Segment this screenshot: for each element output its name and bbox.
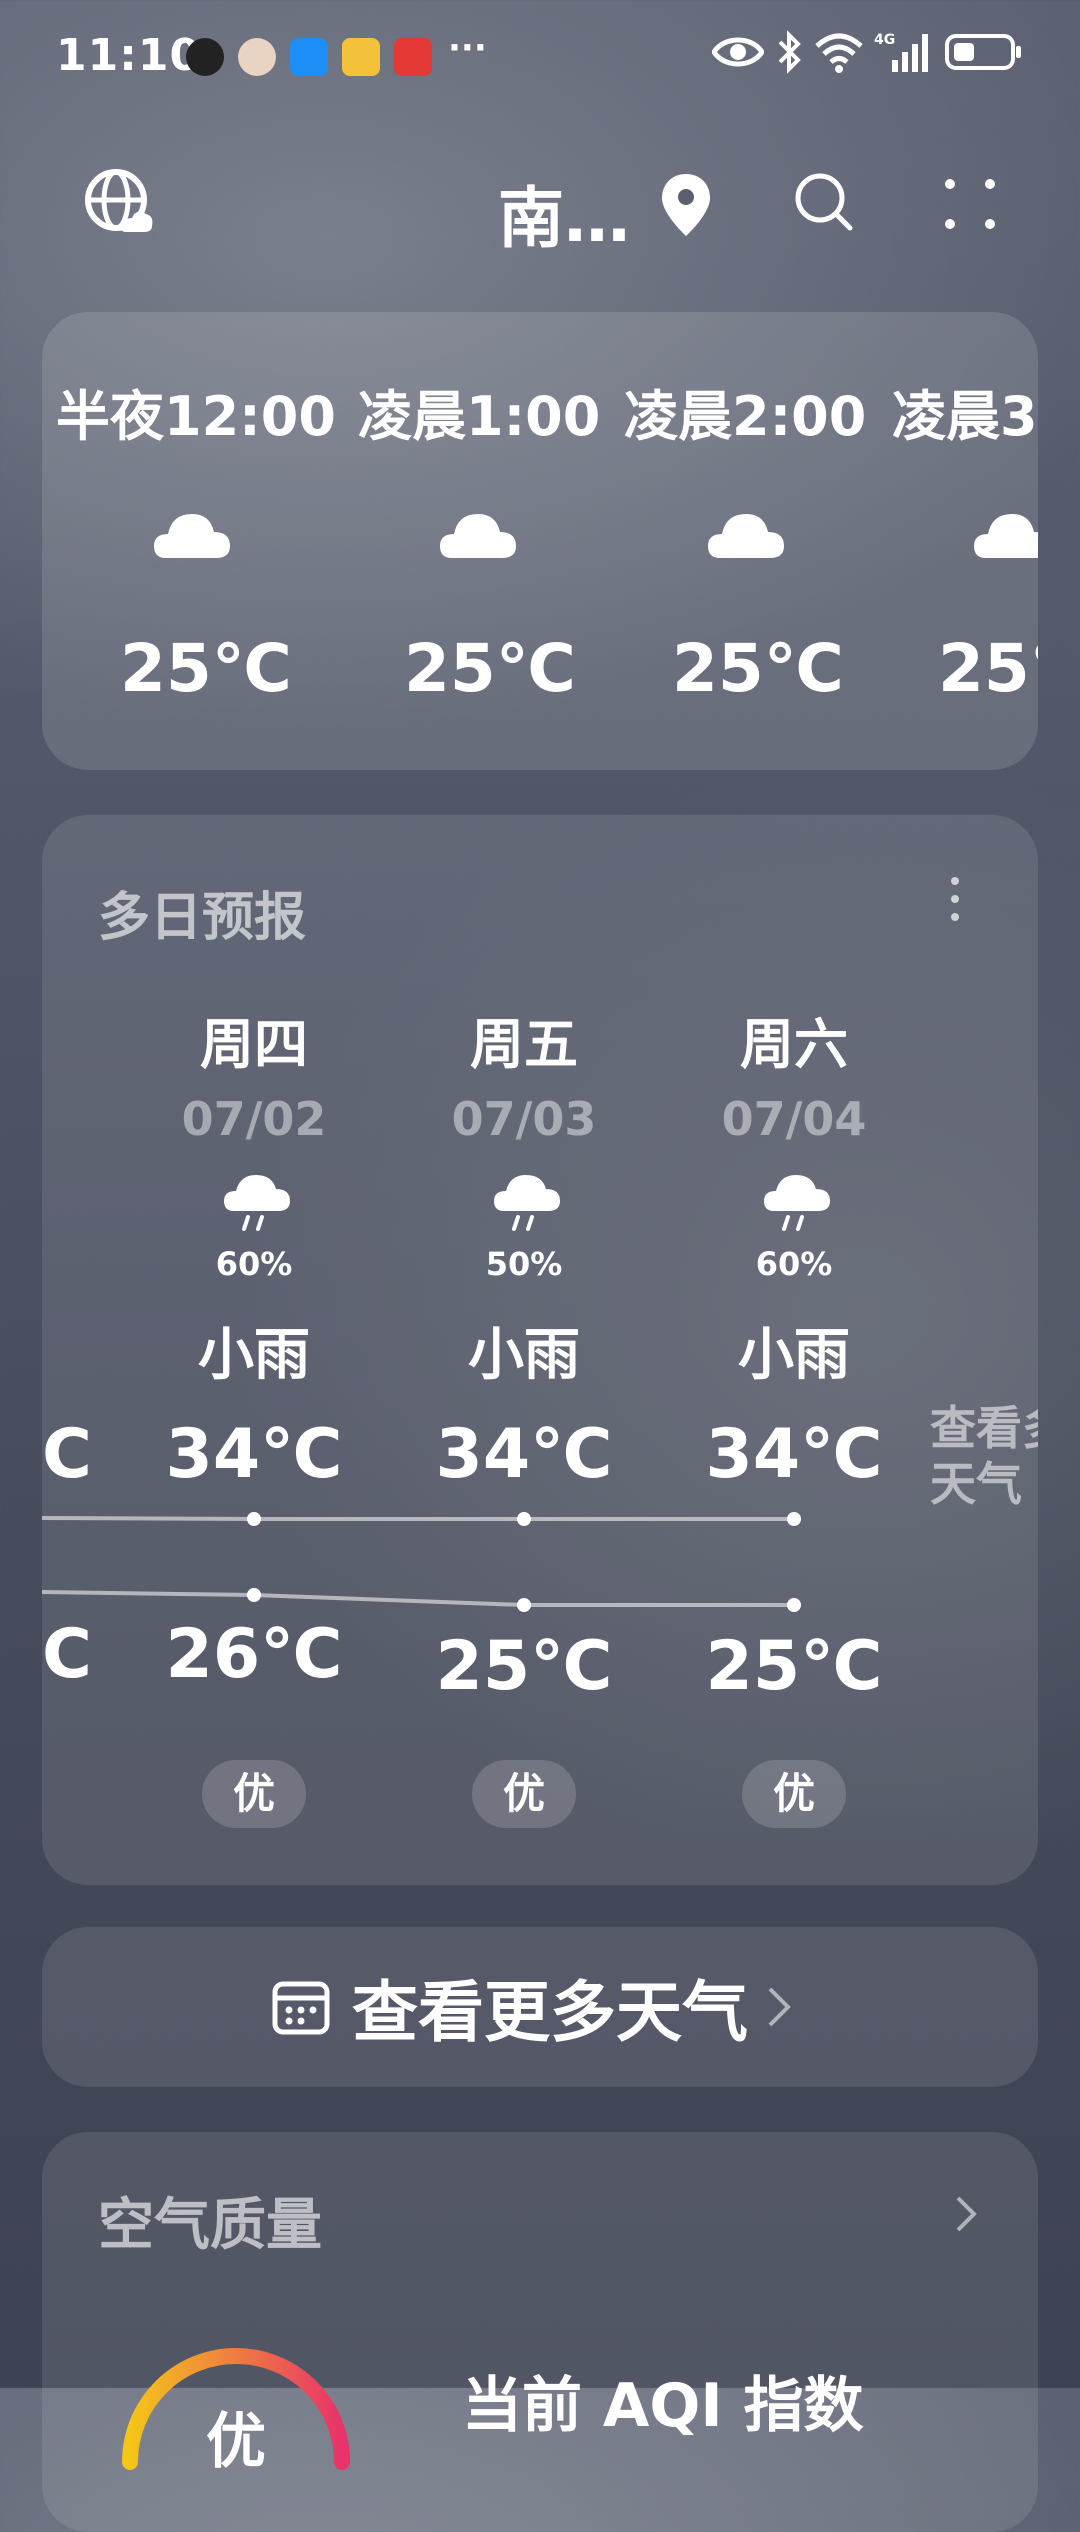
chevron-right-icon (768, 1987, 791, 2027)
precip-chance: 50% (485, 1245, 563, 1283)
day-date: 07/02 (181, 1092, 327, 1146)
day-name: 周五 (470, 1013, 578, 1076)
more-notifications-icon: ··· (448, 28, 487, 68)
aqi-gauge-label: 优 (206, 2407, 266, 2477)
cloud-icon (974, 514, 1038, 558)
day-name: 周六 (740, 1013, 848, 1076)
hour-time: 凌晨2:00 (624, 385, 867, 448)
location-pin-icon (662, 174, 710, 236)
notification-app-icon (342, 38, 380, 76)
precip-chance: 60% (755, 1245, 833, 1283)
city-name[interactable]: 南… (498, 165, 630, 261)
calendar-icon (272, 1981, 330, 2035)
view-more-weather-link[interactable]: 查看多 天气 (930, 1400, 1038, 1512)
hour-time: 半夜12:00 (56, 385, 336, 448)
hourly-forecast-card[interactable]: 半夜12:00 凌晨1:00 凌晨2:00 凌晨3 25℃ 25℃ 25℃ 25… (42, 312, 1038, 770)
weather-condition: 小雨 (198, 1323, 310, 1388)
light-rain-icon (764, 1175, 830, 1231)
weather-condition: 小雨 (738, 1323, 850, 1388)
view-more-line: 查看多 (930, 1401, 1038, 1455)
day-date: 07/03 (451, 1092, 597, 1146)
current-aqi-label: 当前 AQI 指数 (462, 2371, 864, 2441)
cloud-icon (440, 514, 516, 558)
view-more-weather-button[interactable]: 查看更多天气 (42, 1927, 1038, 2087)
view-more-weather-label: 查看更多天气 (352, 1974, 748, 2051)
search-icon[interactable] (792, 170, 856, 234)
weather-condition: 小雨 (468, 1323, 580, 1388)
wifi-icon (815, 33, 863, 73)
light-rain-icon (494, 1175, 560, 1231)
chevron-right-icon[interactable] (954, 2194, 978, 2234)
notification-avatar-icon (238, 38, 276, 76)
globe-weather-icon[interactable] (84, 168, 154, 238)
day-date: 07/04 (721, 1092, 867, 1146)
day-name: 周四 (200, 1013, 308, 1076)
hour-time: 凌晨1:00 (358, 385, 601, 448)
hour-temp: 25℃ (672, 630, 844, 707)
cellular-signal-icon: 4G (874, 32, 928, 72)
battery-icon (945, 34, 1021, 70)
status-time: 11:10 (56, 30, 202, 81)
multi-day-forecast-card[interactable]: 多日预报 C C 周四 07/02 60% 小雨 34℃ 26℃ 优 周五 07… (42, 815, 1038, 1885)
hour-time: 凌晨3 (892, 385, 1038, 448)
card-menu-icon[interactable] (948, 875, 962, 923)
cloud-icon (154, 514, 230, 558)
more-options-icon[interactable] (940, 174, 1000, 234)
status-bar: 11:10 ··· 4G (0, 0, 1080, 110)
notification-app-icon (186, 38, 224, 76)
bluetooth-icon (778, 30, 801, 74)
notification-app-icon (290, 38, 328, 76)
cloud-icon (708, 514, 784, 558)
temperature-trend-lines (42, 1512, 801, 1612)
light-rain-icon (224, 1175, 290, 1231)
hour-temp: 25℃ (120, 630, 292, 707)
air-quality-card[interactable]: 空气质量 优 当前 AQI 指数 (42, 2132, 1038, 2532)
air-quality-title: 空气质量 (98, 2193, 322, 2258)
hour-temp: 25℃ (404, 630, 576, 707)
card-title: 多日预报 (98, 888, 307, 948)
precip-chance: 60% (215, 1245, 293, 1283)
eye-icon (712, 37, 764, 67)
network-type-label: 4G (874, 32, 895, 48)
view-more-line: 天气 (930, 1457, 1022, 1511)
hour-temp: 25℃ (938, 630, 1038, 707)
notification-book-icon (394, 38, 432, 76)
aqi-gauge: 优 (122, 2348, 350, 2477)
